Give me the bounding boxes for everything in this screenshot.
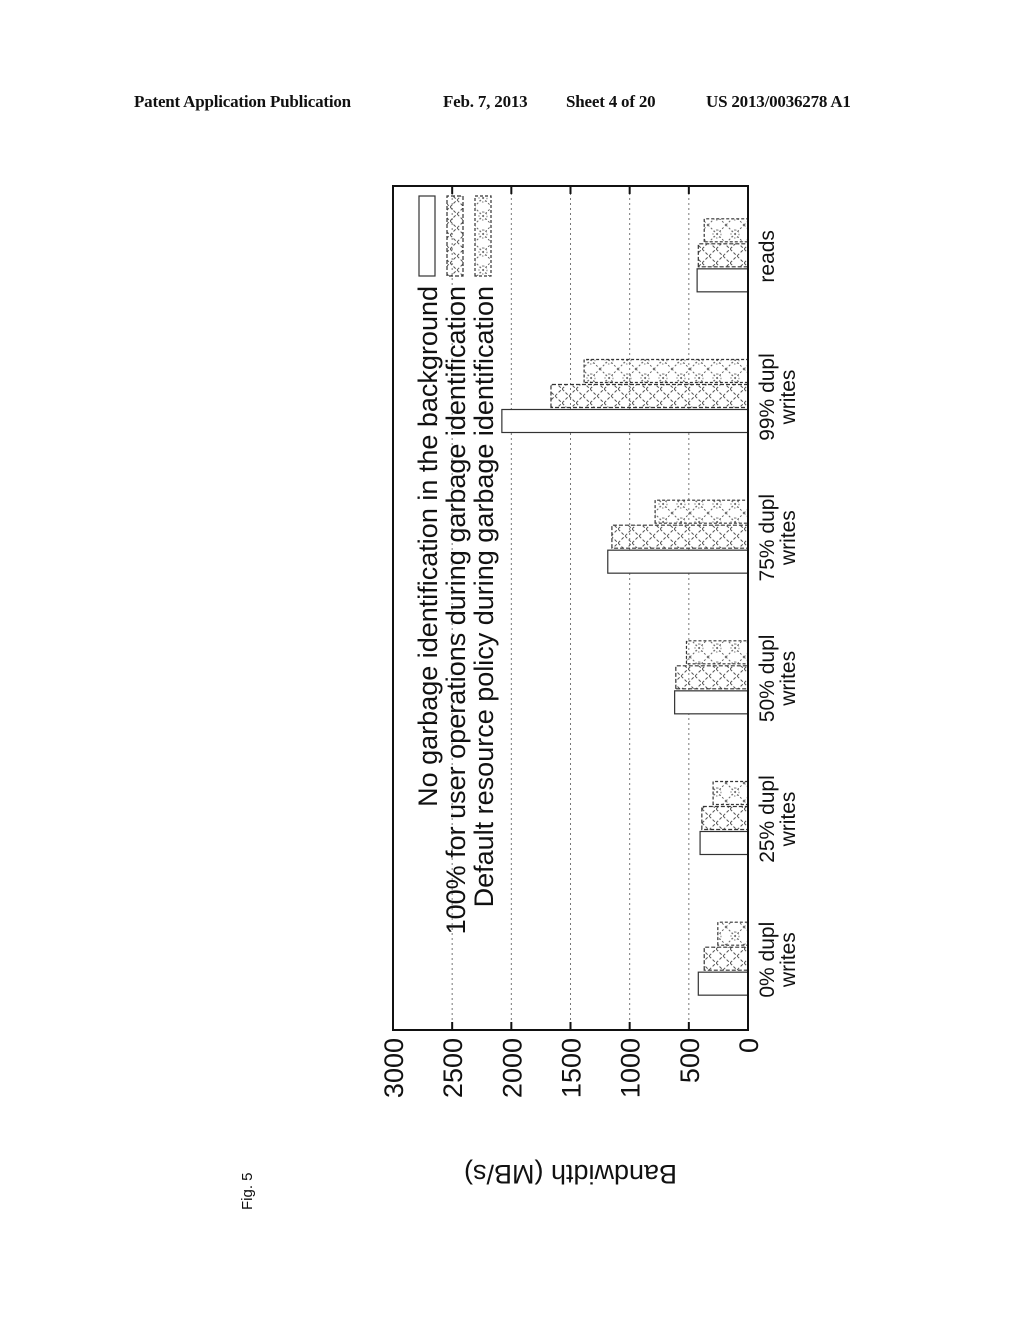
figure-5: 0 500 1000 1500 2000 2500 3000 0% dupl writes 25%…: [240, 115, 800, 1215]
bar-2: [697, 243, 749, 268]
legend-swatch-3: [474, 195, 492, 277]
legend-label-1: No garbage identification in the backgro…: [413, 286, 443, 807]
bar-1: [697, 971, 749, 996]
x-category-label: writes: [777, 651, 800, 707]
x-category-label: 50% dupl: [756, 635, 779, 723]
bar-2: [675, 665, 749, 690]
bar-2: [703, 946, 749, 971]
x-category-label: writes: [777, 792, 800, 848]
bar-1: [699, 830, 749, 856]
bar-1: [501, 408, 749, 434]
y-tick-label: 2500: [438, 1038, 468, 1098]
y-axis-title: Bandwidth (MB/s): [464, 1159, 677, 1189]
x-category-label: writes: [777, 932, 800, 988]
y-tick-label: 1500: [557, 1038, 587, 1098]
bar-2: [611, 524, 749, 549]
legend-swatch-1: [418, 195, 436, 277]
x-category-label: writes: [777, 370, 800, 426]
bar-2: [701, 805, 749, 831]
header-publication-type: Patent Application Publication: [134, 92, 351, 111]
bar-3: [703, 218, 749, 243]
header-sheet: Sheet 4 of 20: [566, 92, 656, 111]
header-date: Feb. 7, 2013: [443, 92, 528, 111]
x-category-label: 0% dupl: [756, 922, 779, 998]
legend-label-3: Default resource policy during garbage i…: [469, 286, 499, 907]
bar-3: [685, 640, 749, 665]
y-tick-label: 500: [675, 1038, 705, 1083]
bar-1: [607, 549, 749, 574]
bar-chart: 0500100015002000250030000% duplwrites25%…: [240, 185, 800, 1210]
bar-2: [550, 383, 749, 409]
y-tick-label: 1000: [616, 1038, 646, 1098]
x-category-label: 75% dupl: [756, 494, 779, 582]
x-category-label: 25% dupl: [756, 775, 779, 863]
figure-label: Fig. 5: [240, 1172, 256, 1210]
bar-3: [712, 780, 749, 806]
legend-swatch-2: [446, 195, 464, 277]
legend-label-2: 100% for user operations during garbage …: [441, 286, 471, 934]
y-tick-label: 3000: [379, 1038, 409, 1098]
bar-1: [696, 268, 749, 293]
bar-3: [717, 921, 749, 946]
y-tick-label: 0: [734, 1038, 764, 1053]
x-category-label: writes: [777, 510, 800, 566]
bar-3: [583, 358, 749, 384]
x-category-label: 99% dupl: [756, 353, 779, 441]
bar-1: [674, 690, 749, 715]
x-category-label: reads: [756, 230, 779, 283]
bar-3: [654, 499, 749, 524]
header-publication-number: US 2013/0036278 A1: [706, 92, 851, 111]
y-tick-label: 2000: [497, 1038, 527, 1098]
